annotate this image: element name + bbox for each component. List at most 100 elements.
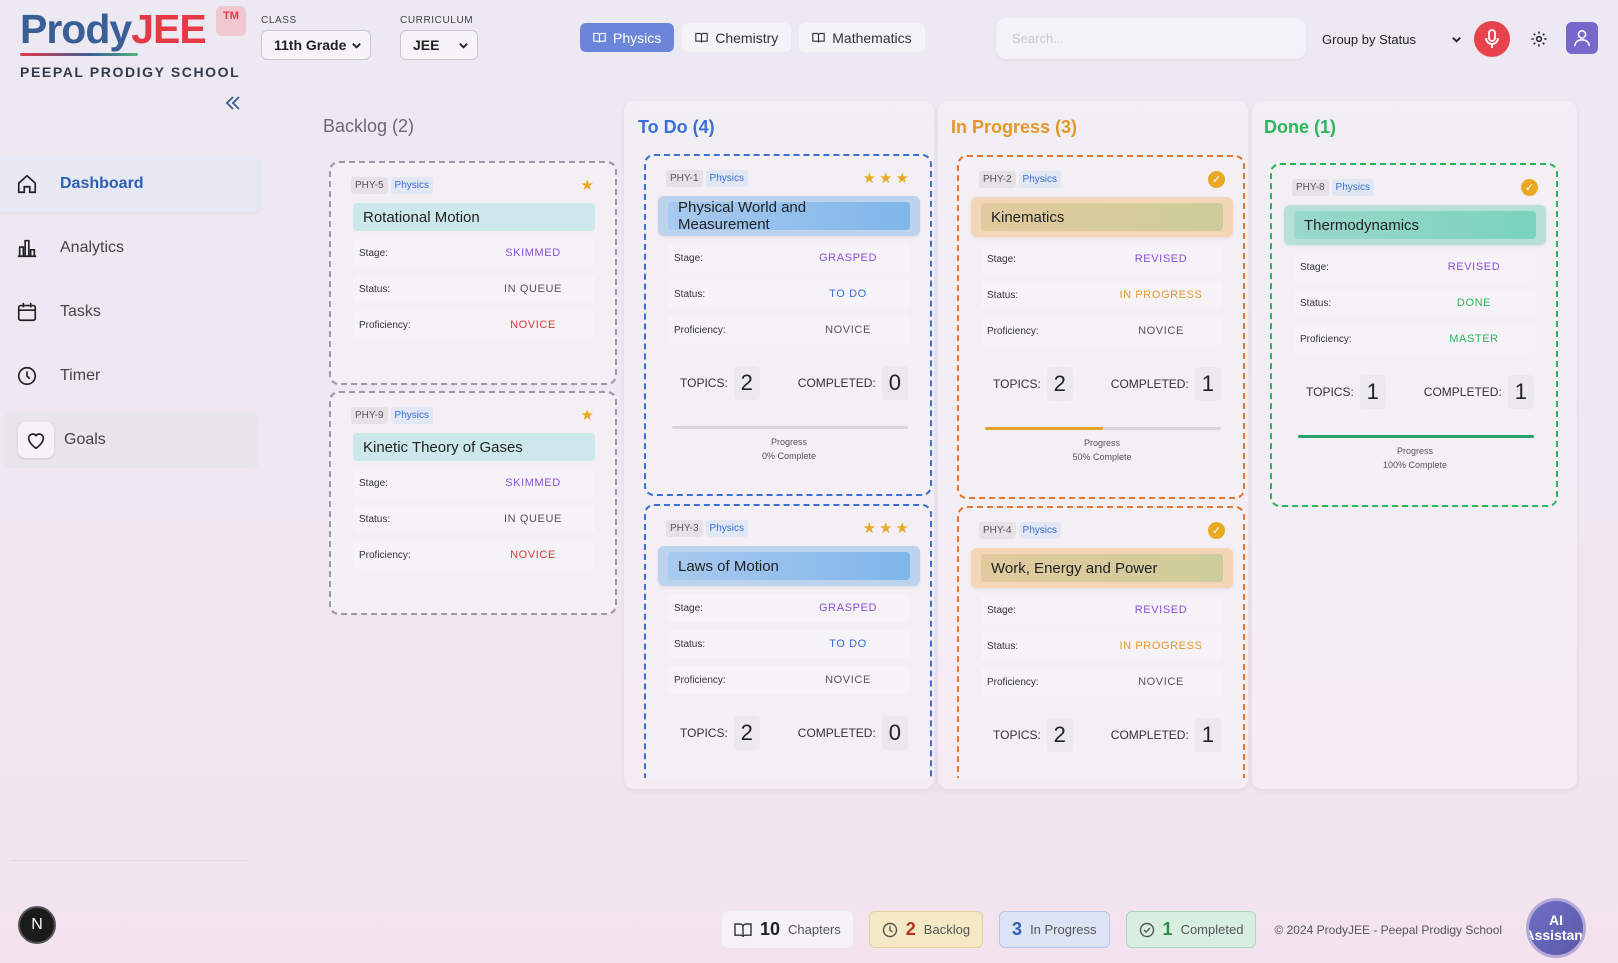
card-header: PHY-2 Physics ✓	[969, 169, 1235, 189]
star-icon[interactable]: ★	[581, 406, 597, 424]
status-value[interactable]: IN QUEUE	[483, 283, 583, 295]
microphone-icon	[1485, 29, 1499, 48]
check-circle-icon[interactable]: ✓	[1521, 178, 1538, 196]
chevron-down-icon	[352, 42, 361, 49]
stage-row: Stage: REVISED	[981, 245, 1223, 273]
chapter-title-container: Rotational Motion	[343, 203, 605, 231]
status-value[interactable]: IN PROGRESS	[1111, 289, 1211, 301]
proficiency-value[interactable]: NOVICE	[483, 319, 583, 331]
proficiency-value[interactable]: NOVICE	[1111, 325, 1211, 337]
chapter-card[interactable]: PHY-1 Physics ★★★ Physical World and Mea…	[644, 154, 932, 496]
in-progress-column: PHY-2 Physics ✓ Kinematics Stage: REVISED…	[953, 150, 1249, 778]
status-row: Status: TO DO	[668, 280, 910, 308]
tab-mathematics[interactable]: Mathematics	[799, 23, 925, 52]
search-input[interactable]: Search...	[996, 18, 1306, 59]
group-by-value: Group by Status	[1322, 31, 1416, 47]
brand-logo: ProdyJEE TM PEEPAL PRODIGY SCHOOL	[20, 6, 250, 80]
chapter-card[interactable]: PHY-8 Physics ✓ Thermodynamics Stage: REV…	[1270, 163, 1558, 507]
chapter-title: Kinetic Theory of Gases	[353, 433, 595, 461]
status-value[interactable]: IN PROGRESS	[1111, 640, 1211, 652]
chapter-card[interactable]: PHY-9 Physics ★ Kinetic Theory of Gases …	[329, 391, 617, 615]
microphone-button[interactable]	[1474, 21, 1510, 57]
collapse-sidebar-button[interactable]	[224, 94, 242, 112]
sidebar-item-timer[interactable]: Timer	[0, 348, 259, 404]
chapter-card[interactable]: PHY-5 Physics ★ Rotational Motion Stage:…	[329, 161, 617, 385]
group-by-select[interactable]: Group by Status	[1312, 26, 1462, 52]
proficiency-value[interactable]: NOVICE	[798, 674, 898, 686]
tab-physics[interactable]: Physics	[580, 23, 675, 52]
stage-value[interactable]: SKIMMED	[483, 477, 583, 489]
proficiency-row: Proficiency: MASTER	[1294, 325, 1536, 353]
status-row: Status: IN PROGRESS	[981, 632, 1223, 660]
proficiency-value[interactable]: NOVICE	[798, 324, 898, 336]
stage-row: Stage: REVISED	[981, 596, 1223, 624]
settings-button[interactable]	[1526, 26, 1552, 52]
ai-assistant-button[interactable]: AI Assistant	[1526, 898, 1586, 958]
backlog-stat: 2 Backlog	[868, 911, 984, 948]
subject-tag: Physics	[390, 176, 433, 194]
class-select[interactable]: 11th Grade	[261, 30, 371, 60]
status-value[interactable]: IN QUEUE	[483, 513, 583, 525]
stage-value[interactable]: REVISED	[1111, 253, 1211, 265]
chapter-title: Kinematics	[981, 203, 1223, 231]
completed-count: 1	[1194, 367, 1221, 401]
sidebar-item-tasks[interactable]: Tasks	[0, 284, 259, 340]
sidebar-item-label: Timer	[60, 367, 101, 384]
stage-row: Stage: GRASPED	[668, 244, 910, 272]
proficiency-row: Proficiency: NOVICE	[981, 317, 1223, 345]
proficiency-value[interactable]: MASTER	[1424, 333, 1524, 345]
chapter-title: Physical World and Measurement	[668, 199, 910, 233]
sidebar-item-dashboard[interactable]: Dashboard	[0, 156, 259, 212]
curriculum-select[interactable]: JEE	[400, 30, 478, 60]
status-value[interactable]: DONE	[1424, 297, 1524, 309]
progress-fill	[985, 427, 1103, 430]
class-label: CLASS	[261, 15, 297, 26]
topics-count: 1	[1359, 375, 1386, 409]
user-icon	[1574, 30, 1590, 47]
chapter-card[interactable]: PHY-2 Physics ✓ Kinematics Stage: REVISED…	[957, 155, 1245, 499]
chapter-code: PHY-4	[979, 521, 1016, 539]
status-value[interactable]: TO DO	[798, 288, 898, 300]
brand-underline	[20, 53, 138, 56]
stage-value[interactable]: REVISED	[1111, 604, 1211, 616]
star-rating[interactable]: ★★★	[863, 169, 912, 187]
proficiency-value[interactable]: NOVICE	[483, 549, 583, 561]
proficiency-value[interactable]: NOVICE	[1111, 676, 1211, 688]
framework-badge[interactable]: N	[18, 906, 56, 944]
sidebar-item-analytics[interactable]: Analytics	[0, 220, 259, 276]
subject-tag: Physics	[390, 406, 433, 424]
topic-counts: TOPICS: 2 COMPLETED: 0	[680, 716, 910, 750]
sidebar-item-label: Analytics	[60, 239, 125, 256]
star-rating[interactable]: ★★★	[863, 519, 912, 537]
sidebar-item-label: Goals	[64, 431, 106, 448]
check-circle-icon[interactable]: ✓	[1208, 521, 1225, 539]
stage-value[interactable]: GRASPED	[798, 252, 898, 264]
chapter-card[interactable]: PHY-3 Physics ★★★ Laws of Motion Stage: G…	[644, 504, 932, 778]
sidebar-item-goals[interactable]: Goals	[4, 412, 259, 468]
topics-count: 2	[733, 716, 760, 750]
status-value[interactable]: TO DO	[798, 638, 898, 650]
chapter-title-container: Physical World and Measurement	[658, 196, 920, 236]
tab-chemistry[interactable]: Chemistry	[682, 23, 792, 52]
stage-value[interactable]: GRASPED	[798, 602, 898, 614]
clock-icon	[882, 922, 897, 937]
curriculum-value: JEE	[413, 37, 440, 53]
chapter-card[interactable]: PHY-4 Physics ✓ Work, Energy and Power S…	[957, 506, 1245, 778]
proficiency-row: Proficiency: NOVICE	[668, 316, 910, 344]
check-circle-icon[interactable]: ✓	[1208, 170, 1225, 188]
topics-count: 2	[733, 366, 760, 400]
user-avatar-button[interactable]	[1566, 22, 1598, 54]
column-title-in-progress: In Progress (3)	[951, 117, 1078, 137]
stage-value[interactable]: REVISED	[1424, 261, 1524, 273]
status-row: Status: IN QUEUE	[353, 505, 595, 533]
progress-label: Progress 0% Complete	[761, 437, 817, 461]
stage-value[interactable]: SKIMMED	[483, 247, 583, 259]
chapter-code: PHY-1	[666, 169, 703, 187]
star-icon[interactable]: ★	[581, 176, 597, 194]
completed-stat: 1 Completed	[1125, 911, 1257, 948]
class-value: 11th Grade	[274, 37, 347, 53]
card-header: PHY-3 Physics ★★★	[656, 518, 922, 538]
subject-tag: Physics	[1331, 178, 1374, 196]
subject-tag: Physics	[705, 169, 748, 187]
subject-tag: Physics	[1018, 521, 1061, 539]
